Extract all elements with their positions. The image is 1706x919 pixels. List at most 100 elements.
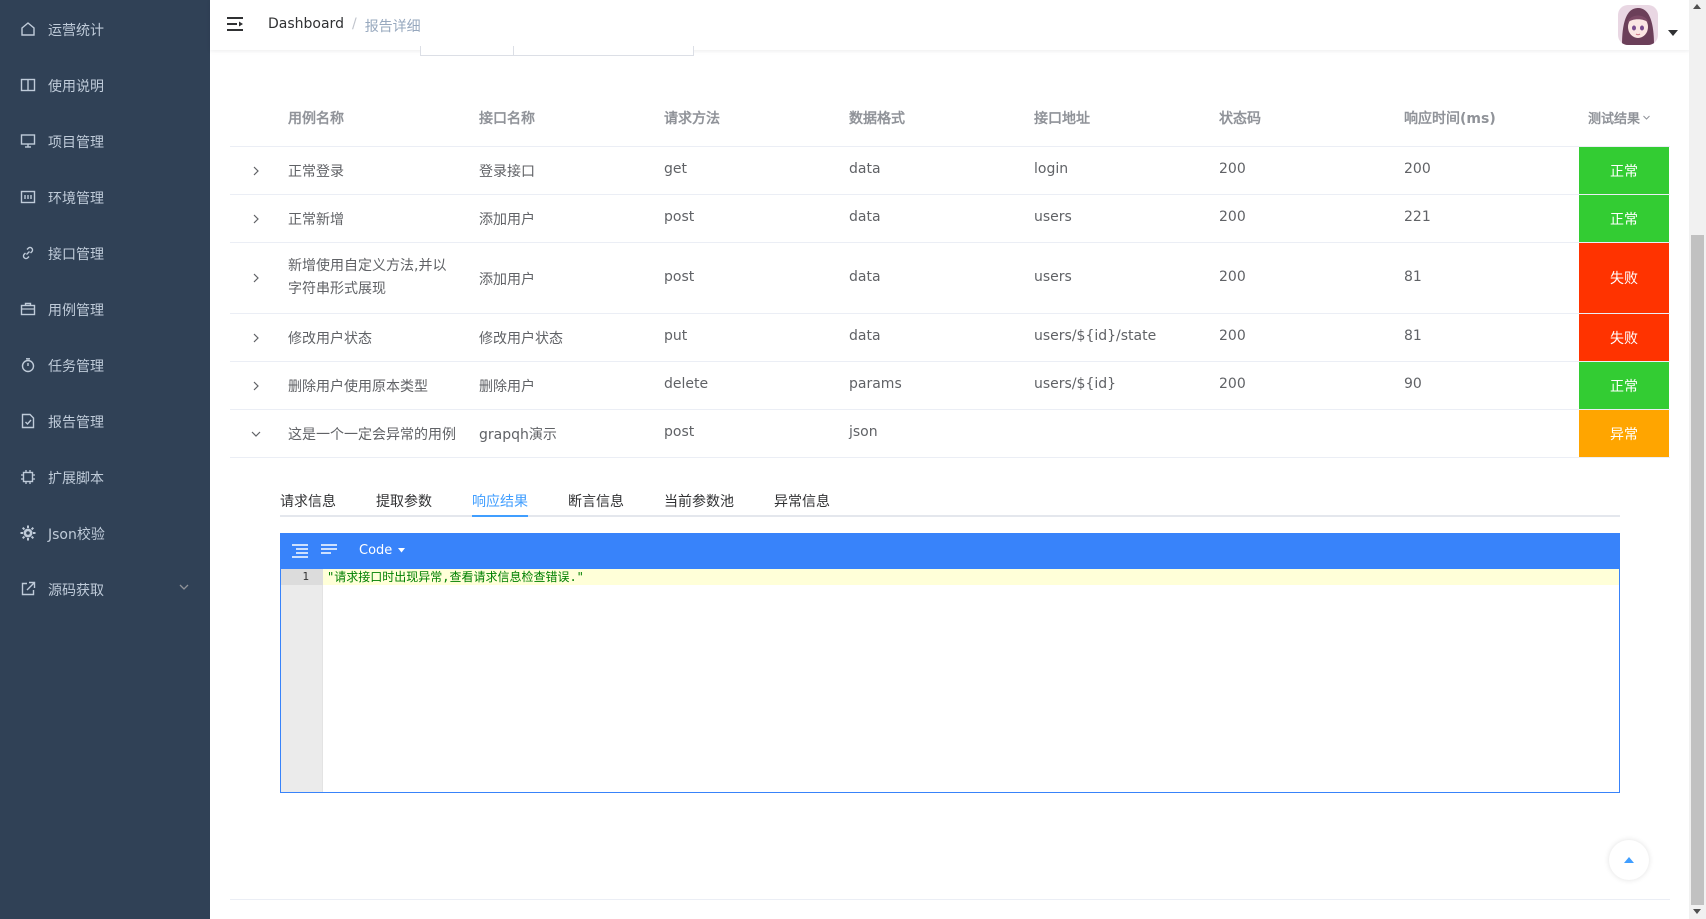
cell-method: post xyxy=(664,269,695,285)
cell-path: users/${id} xyxy=(1034,376,1117,392)
chevron-right-icon[interactable] xyxy=(250,380,262,392)
cell-path: login xyxy=(1034,161,1069,177)
sidebar: 运营统计 使用说明 项目管理 环境管理 接口管理 用例管理 任务管理 报告管理 … xyxy=(0,0,210,919)
column-header: 接口名称 xyxy=(479,111,535,127)
home-icon xyxy=(21,22,35,36)
sidebar-item-source[interactable]: 源码获取 xyxy=(0,561,210,617)
caret-up-icon xyxy=(1624,857,1634,863)
breadcrumb-separator: / xyxy=(351,16,357,32)
tab-assertions[interactable]: 断言信息 xyxy=(568,491,624,511)
cell-method: get xyxy=(664,161,687,177)
editor-toolbar: Code xyxy=(281,534,1619,569)
page-scrollbar[interactable] xyxy=(1689,0,1706,919)
line-number: 1 xyxy=(281,569,323,585)
cell-status-code: 200 xyxy=(1219,161,1246,177)
avatar[interactable] xyxy=(1618,5,1658,45)
breadcrumb: Dashboard / 报告详细 xyxy=(268,16,421,36)
cell-api-name: grapqh演示 xyxy=(479,427,557,443)
caret-down-icon xyxy=(398,548,406,553)
table-row[interactable]: 正常登录 登录接口 get data login 200 200 正常 xyxy=(230,147,1670,195)
scroll-down-arrow[interactable] xyxy=(1693,909,1701,914)
sidebar-item-label: 环境管理 xyxy=(48,191,104,207)
sidebar-item-label: 报告管理 xyxy=(48,415,104,431)
column-header: 数据格式 xyxy=(849,111,905,127)
sidebar-item-guide[interactable]: 使用说明 xyxy=(0,57,210,113)
cell-api-name: 添加用户 xyxy=(479,212,535,228)
table-row[interactable]: 正常新增 添加用户 post data users 200 221 正常 xyxy=(230,195,1670,243)
tab-response-result[interactable]: 响应结果 xyxy=(472,491,528,511)
chevron-down-icon xyxy=(179,584,189,590)
sidebar-item-projects[interactable]: 项目管理 xyxy=(0,113,210,169)
cell-format: data xyxy=(849,269,881,285)
scroll-up-arrow[interactable] xyxy=(1693,4,1701,9)
sidebar-item-label: 源码获取 xyxy=(48,583,104,599)
external-link-icon xyxy=(21,581,36,596)
column-header: 请求方法 xyxy=(664,111,720,127)
scrollbar-thumb[interactable] xyxy=(1691,235,1704,905)
column-header: 接口地址 xyxy=(1034,111,1090,127)
sidebar-item-reports[interactable]: 报告管理 xyxy=(0,393,210,449)
cell-method: put xyxy=(664,328,688,344)
breadcrumb-home[interactable]: Dashboard xyxy=(268,16,344,36)
sidebar-item-apis[interactable]: 接口管理 xyxy=(0,225,210,281)
cell-api-name: 删除用户 xyxy=(479,379,535,395)
breadcrumb-current: 报告详细 xyxy=(364,19,421,35)
detail-tabs: 请求信息 提取参数 响应结果 断言信息 当前参数池 异常信息 xyxy=(280,485,1620,517)
cell-format: data xyxy=(849,328,881,344)
sidebar-item-cases[interactable]: 用例管理 xyxy=(0,281,210,337)
cell-format: data xyxy=(849,161,881,177)
cell-test-result: 异常 xyxy=(1579,410,1669,457)
cell-path: users xyxy=(1034,269,1072,285)
result-filter-header[interactable]: 测试结果 xyxy=(1588,108,1651,127)
link-icon xyxy=(22,246,34,260)
tab-extract-params[interactable]: 提取参数 xyxy=(376,491,432,511)
avatar-image xyxy=(1618,5,1658,45)
cell-method: post xyxy=(664,209,695,225)
column-header: 用例名称 xyxy=(288,111,344,127)
code-line[interactable]: "请求接口时出现异常,查看请求信息检查错误." xyxy=(327,569,584,585)
chevron-right-icon[interactable] xyxy=(250,332,262,344)
caret-down-icon[interactable] xyxy=(1668,30,1678,36)
compact-icon[interactable] xyxy=(319,542,339,560)
hamburger-icon[interactable] xyxy=(226,16,246,34)
monitor-icon xyxy=(20,134,36,148)
cell-test-result: 失败 xyxy=(1579,314,1669,361)
back-to-top-button[interactable] xyxy=(1609,840,1649,880)
cell-method: post xyxy=(664,424,695,440)
server-icon xyxy=(20,190,36,204)
json-editor[interactable]: Code 1 "请求接口时出现异常,查看请求信息检查错误." xyxy=(280,533,1620,793)
table-row[interactable]: 修改用户状态 修改用户状态 put data users/${id}/state… xyxy=(230,314,1670,362)
sidebar-item-environments[interactable]: 环境管理 xyxy=(0,169,210,225)
tab-request-info[interactable]: 请求信息 xyxy=(280,491,336,511)
table-header: 用例名称 接口名称 请求方法 数据格式 接口地址 状态码 响应时间(ms) 测试… xyxy=(230,92,1670,147)
chevron-right-icon[interactable] xyxy=(250,272,262,284)
table-row[interactable]: 这是一个一定会异常的用例 grapqh演示 post json 异常 xyxy=(230,410,1670,458)
sidebar-item-tasks[interactable]: 任务管理 xyxy=(0,337,210,393)
sidebar-item-label: 接口管理 xyxy=(48,247,104,263)
cell-response-time: 81 xyxy=(1404,328,1422,344)
cell-test-result: 正常 xyxy=(1579,147,1669,194)
sidebar-item-json[interactable]: Json校验 xyxy=(0,505,210,561)
cell-format: data xyxy=(849,209,881,225)
sidebar-item-stats[interactable]: 运营统计 xyxy=(0,1,210,57)
format-icon[interactable] xyxy=(290,542,310,560)
tab-param-pool[interactable]: 当前参数池 xyxy=(664,491,734,511)
chevron-down-icon[interactable] xyxy=(250,428,262,440)
cell-case-name: 删除用户使用原本类型 xyxy=(288,379,428,395)
chevron-right-icon[interactable] xyxy=(250,165,262,177)
editor-gutter xyxy=(281,569,323,792)
sidebar-item-label: 任务管理 xyxy=(48,359,104,375)
cell-test-result: 正常 xyxy=(1579,195,1669,242)
cell-api-name: 登录接口 xyxy=(479,164,535,180)
chevron-right-icon[interactable] xyxy=(250,213,262,225)
cell-test-result: 失败 xyxy=(1579,243,1669,313)
editor-mode-dropdown[interactable]: Code xyxy=(359,543,406,558)
tab-exception-info[interactable]: 异常信息 xyxy=(774,491,830,511)
table-row[interactable]: 新增使用自定义方法,并以字符串形式展现 添加用户 post data users… xyxy=(230,243,1670,314)
briefcase-icon xyxy=(20,302,36,316)
chip-icon xyxy=(21,470,35,484)
cell-format: params xyxy=(849,376,902,392)
table-row[interactable]: 删除用户使用原本类型 删除用户 delete params users/${id… xyxy=(230,362,1670,410)
sidebar-item-label: 用例管理 xyxy=(48,303,104,319)
sidebar-item-scripts[interactable]: 扩展脚本 xyxy=(0,449,210,505)
